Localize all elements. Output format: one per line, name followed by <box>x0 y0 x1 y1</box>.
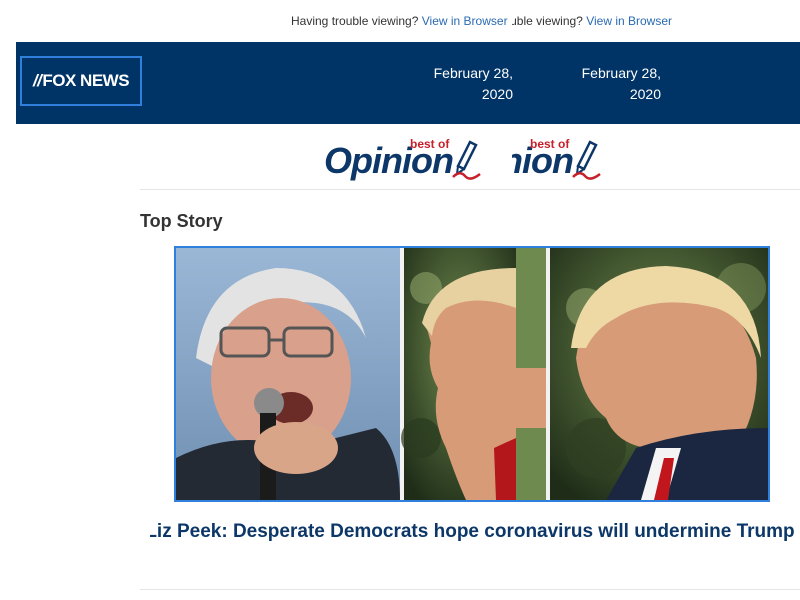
logo-slash-icon: // <box>32 71 42 90</box>
view-in-browser-link[interactable]: View in Browser <box>422 14 508 28</box>
header-date: February 28, 2020 <box>433 65 513 102</box>
headline-right[interactable]: Liz Peek: Desperate Democrats hope coron… <box>512 520 800 568</box>
preheader-text-dup: Having trouble viewing? <box>512 14 583 28</box>
divider-top <box>140 189 800 190</box>
headline-left[interactable]: Liz Peek: Desperate Democrats hope coron… <box>150 520 512 568</box>
fox-news-logo[interactable]: // FOX NEWS <box>20 56 142 106</box>
headline-text-dup[interactable]: Liz Peek: Desperate Democrats hope coron… <box>512 520 800 543</box>
best-of-tag-dup: best of <box>530 137 570 151</box>
top-story-image[interactable] <box>174 246 770 502</box>
pen-icon <box>452 140 481 180</box>
headline-text[interactable]: Liz Peek: Desperate Democrats hope coron… <box>150 520 512 543</box>
preheader-text: Having trouble viewing? <box>291 14 419 28</box>
opinion-logo-dup[interactable]: Opinion best of <box>512 132 632 184</box>
opinion-logo[interactable]: Opinion best of <box>322 132 512 184</box>
best-of-tag: best of <box>410 137 450 151</box>
view-in-browser-link-dup[interactable]: View in Browser <box>586 14 672 28</box>
divider-bottom <box>140 589 800 590</box>
pen-icon <box>572 140 601 180</box>
preheader-right: Having trouble viewing? View in Browser <box>512 13 672 29</box>
header-date-dup: February 28, 2020 <box>581 65 661 102</box>
preheader-left: Having trouble viewing? View in Browser <box>291 13 512 29</box>
hero-photo <box>176 248 768 500</box>
section-title: Top Story <box>140 211 223 231</box>
